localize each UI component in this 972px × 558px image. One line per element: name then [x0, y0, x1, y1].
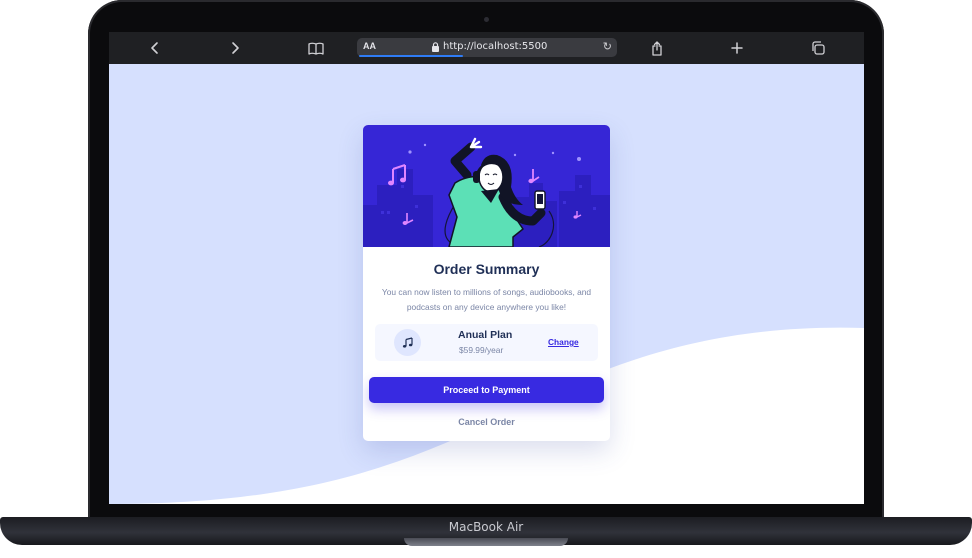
lock-icon: [432, 42, 439, 52]
hero-illustration: [363, 125, 610, 247]
web-page: Order Summary You can now listen to mill…: [109, 64, 864, 504]
reload-icon[interactable]: ↻: [603, 40, 612, 53]
new-tab-icon: [731, 42, 743, 54]
share-button[interactable]: [646, 38, 668, 58]
back-chevron-icon: [151, 42, 158, 54]
new-tab-button[interactable]: [726, 38, 748, 58]
forward-button[interactable]: [224, 38, 246, 58]
order-description: You can now listen to millions of songs,…: [381, 287, 592, 312]
screen-bezel: [92, 504, 880, 518]
plan-icon: [394, 329, 421, 356]
page-title: Order Summary: [433, 261, 540, 277]
proceed-to-payment-button[interactable]: Proceed to Payment: [369, 377, 604, 403]
address-bar[interactable]: AA http://localhost:5500 ↻: [357, 38, 617, 57]
tabs-icon: [812, 41, 825, 55]
browser-toolbar: AA http://localhost:5500 ↻: [109, 32, 864, 64]
plan-name: Anual Plan: [458, 329, 513, 341]
plan-summary: Anual Plan $59.99/year Change: [375, 324, 598, 361]
bookmarks-button[interactable]: [305, 38, 327, 58]
cancel-order-button[interactable]: Cancel Order: [369, 414, 604, 430]
text-size-button[interactable]: AA: [363, 41, 376, 51]
browser-screen: AA http://localhost:5500 ↻ Order Summary…: [109, 32, 864, 504]
plan-price: $59.99/year: [459, 345, 504, 355]
share-icon: [652, 40, 662, 56]
change-plan-link[interactable]: Change: [548, 337, 579, 347]
tabs-overview-button[interactable]: [807, 38, 829, 58]
url-text: http://localhost:5500: [443, 41, 548, 52]
bookmarks-icon: [308, 42, 324, 55]
back-button[interactable]: [144, 38, 166, 58]
laptop-opening-notch: [404, 538, 568, 546]
order-summary-card: Order Summary You can now listen to mill…: [363, 125, 610, 441]
webcam: [484, 17, 489, 22]
device-label: MacBook Air: [448, 520, 524, 534]
music-note-icon: [402, 336, 413, 348]
forward-chevron-icon: [232, 42, 239, 54]
page-load-progress: [359, 55, 463, 57]
